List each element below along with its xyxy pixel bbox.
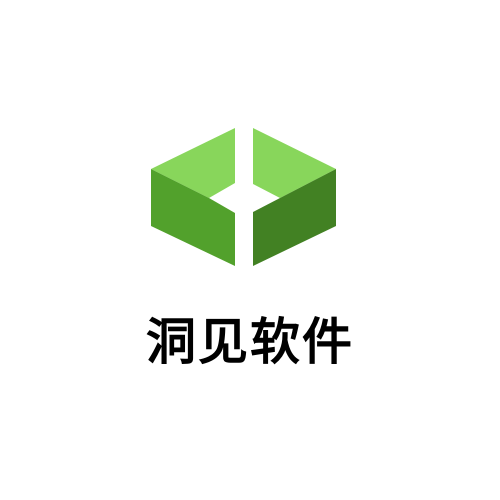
brand-name: 洞见软件 [146, 313, 354, 371]
green-split-box-logo-icon [151, 128, 336, 266]
logo-page: 洞见软件 [0, 0, 500, 500]
